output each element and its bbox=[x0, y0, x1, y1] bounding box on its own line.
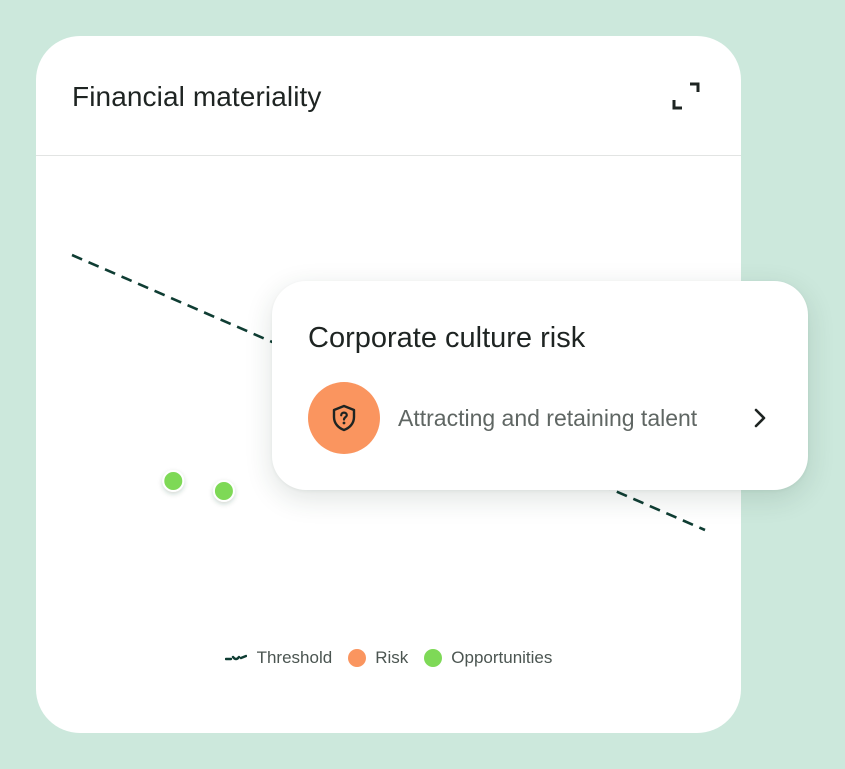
card-header: Financial materiality bbox=[36, 36, 741, 156]
risk-legend-dot bbox=[348, 649, 367, 667]
legend-threshold[interactable]: Threshold bbox=[224, 648, 333, 668]
expand-icon bbox=[672, 82, 700, 110]
risk-badge bbox=[308, 382, 380, 454]
threshold-legend-icon bbox=[224, 653, 247, 663]
chart-legend: Threshold Risk Opportunities bbox=[36, 648, 741, 668]
opportunities-point-1[interactable] bbox=[162, 470, 185, 492]
card-title: Financial materiality bbox=[72, 81, 322, 112]
opportunities-legend-dot bbox=[424, 649, 443, 667]
chevron-right-button[interactable] bbox=[748, 406, 772, 430]
legend-risk-label: Risk bbox=[375, 648, 409, 667]
legend-opportunities[interactable]: Opportunities bbox=[424, 648, 552, 668]
legend-threshold-label: Threshold bbox=[256, 648, 333, 667]
risk-item-row[interactable]: Attracting and retaining talent bbox=[308, 382, 772, 454]
chevron-right-icon bbox=[754, 408, 766, 428]
legend-opportunities-label: Opportunities bbox=[451, 648, 553, 667]
opportunities-point-2[interactable] bbox=[212, 480, 235, 502]
risk-popup-card: Corporate culture risk Attracting and re… bbox=[272, 281, 808, 490]
popup-title: Corporate culture risk bbox=[308, 322, 586, 354]
shield-question-icon bbox=[332, 404, 356, 432]
legend-risk[interactable]: Risk bbox=[348, 648, 408, 668]
expand-button[interactable] bbox=[668, 78, 704, 114]
risk-item-label: Attracting and retaining talent bbox=[398, 404, 698, 431]
